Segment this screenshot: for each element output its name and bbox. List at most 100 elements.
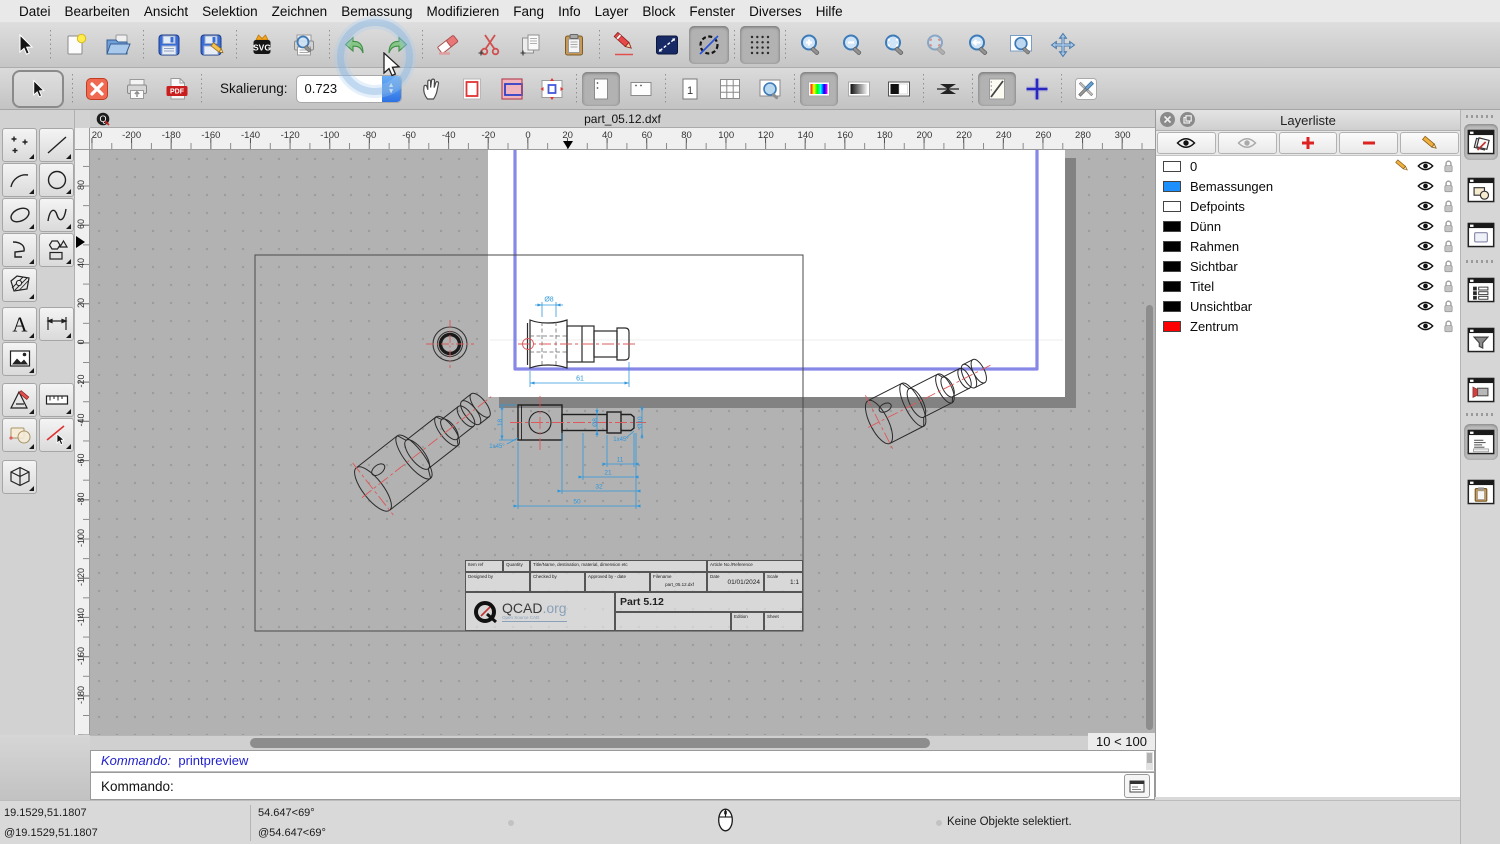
new-file-button[interactable]	[56, 26, 96, 64]
add-layer-button[interactable]	[1279, 132, 1338, 154]
layer-visibility-icon[interactable]	[1414, 220, 1437, 232]
hatch-tools-button[interactable]	[2, 268, 37, 302]
layer-lock-icon[interactable]	[1437, 259, 1460, 273]
menu-fang[interactable]: Fang	[506, 4, 551, 19]
vertical-scrollbar[interactable]	[1146, 150, 1154, 735]
multi-page-button[interactable]	[711, 72, 749, 106]
horizontal-scrollbar-thumb[interactable]	[250, 738, 930, 748]
layer-lock-icon[interactable]	[1437, 179, 1460, 193]
layer-visibility-icon[interactable]	[1414, 300, 1437, 312]
text-tools-button[interactable]: A	[2, 307, 37, 341]
menu-bemassung[interactable]: Bemassung	[334, 4, 419, 19]
layer-visibility-icon[interactable]	[1414, 180, 1437, 192]
menu-ansicht[interactable]: Ansicht	[137, 4, 195, 19]
layer-row-rahmen[interactable]: Rahmen	[1156, 236, 1460, 256]
drawing-preferences-button[interactable]	[605, 26, 645, 64]
save-button[interactable]	[149, 26, 189, 64]
image-tools-button[interactable]	[2, 342, 37, 376]
crop-marks-button[interactable]	[493, 72, 531, 106]
zoom-page-button[interactable]	[751, 72, 789, 106]
menu-modifizieren[interactable]: Modifizieren	[420, 4, 507, 19]
grayscale-button[interactable]	[840, 72, 878, 106]
pointer-select-button[interactable]	[12, 70, 64, 108]
settings-button[interactable]	[1067, 72, 1105, 106]
remove-layer-button[interactable]	[1339, 132, 1398, 154]
zoom-out-button[interactable]	[833, 26, 873, 64]
zoom-previous-button[interactable]	[959, 26, 999, 64]
panel-close-button[interactable]	[1160, 112, 1175, 127]
landscape-button[interactable]	[622, 72, 660, 106]
print-preview-button[interactable]	[284, 26, 324, 64]
auto-fit-button[interactable]	[533, 72, 571, 106]
layer-row-defpoints[interactable]: Defpoints	[1156, 196, 1460, 216]
menu-bearbeiten[interactable]: Bearbeiten	[58, 4, 137, 19]
layer-row-sichtbar[interactable]: Sichtbar	[1156, 256, 1460, 276]
view-list-panel-button[interactable]	[1464, 217, 1498, 253]
isometric-view-left[interactable]	[342, 371, 512, 524]
page-borders-button[interactable]	[453, 72, 491, 106]
menu-selektion[interactable]: Selektion	[195, 4, 265, 19]
clipboard-viewer-panel-button[interactable]	[1464, 474, 1498, 510]
measure-tools-button[interactable]	[39, 383, 74, 417]
modify-tools-button[interactable]	[2, 418, 37, 452]
layer-lock-icon[interactable]	[1437, 239, 1460, 253]
menu-diverses[interactable]: Diverses	[742, 4, 809, 19]
layer-lock-icon[interactable]	[1437, 159, 1460, 173]
pointer-tool-button[interactable]	[5, 26, 45, 64]
layer-lock-icon[interactable]	[1437, 319, 1460, 333]
dimension-tools-button[interactable]	[39, 307, 74, 341]
zoom-window-button[interactable]	[1001, 26, 1041, 64]
polyline-tools-button[interactable]	[2, 233, 37, 267]
layer-lock-icon[interactable]	[1437, 279, 1460, 293]
ellipse-tools-button[interactable]	[2, 198, 37, 232]
layer-row-zentrum[interactable]: Zentrum	[1156, 316, 1460, 336]
vertical-scrollbar-thumb[interactable]	[1146, 305, 1153, 730]
menu-hilfe[interactable]: Hilfe	[809, 4, 850, 19]
layer-edit-pencil-icon[interactable]	[1391, 159, 1414, 173]
menu-zeichnen[interactable]: Zeichnen	[265, 4, 335, 19]
toggle-terminal-button[interactable]	[1124, 774, 1150, 798]
point-tools-button[interactable]	[2, 128, 37, 162]
single-page-button[interactable]: 1	[671, 72, 709, 106]
property-editor-panel-button[interactable]	[1464, 272, 1498, 308]
solid-tools-button[interactable]	[2, 460, 37, 494]
portrait-button[interactable]	[582, 72, 620, 106]
zoom-auto-button[interactable]	[875, 26, 915, 64]
pdf-export-button[interactable]: PDF	[158, 72, 196, 106]
command-input[interactable]	[180, 774, 1118, 798]
drafting-tools-button[interactable]	[2, 383, 37, 417]
horizontal-scrollbar[interactable]: 10 < 100	[90, 735, 1155, 750]
spline-tools-button[interactable]	[39, 198, 74, 232]
layer-visibility-icon[interactable]	[1414, 260, 1437, 272]
paper-preview-button[interactable]	[978, 72, 1016, 106]
document-tab[interactable]: Q part_05.12.dxf	[90, 110, 1155, 128]
edit-layer-button[interactable]	[1400, 132, 1459, 154]
show-all-layers-button[interactable]	[1157, 132, 1216, 154]
pan-button[interactable]	[1043, 26, 1083, 64]
save-as-button[interactable]	[191, 26, 231, 64]
layer-row-bemassungen[interactable]: Bemassungen	[1156, 176, 1460, 196]
close-print-preview-button[interactable]	[78, 72, 116, 106]
paste-button[interactable]	[554, 26, 594, 64]
grid-toggle-button[interactable]	[740, 26, 780, 64]
detail-view[interactable]: 18 Ø8 Ø10 1x45° 1x45° 11 21 32 50	[489, 396, 646, 509]
measure-distance-button[interactable]	[647, 26, 687, 64]
selection-filter-panel-button[interactable]	[1464, 322, 1498, 358]
layer-row-titel[interactable]: Titel	[1156, 276, 1460, 296]
shape-tools-button[interactable]	[39, 233, 74, 267]
panel-float-button[interactable]	[1180, 112, 1195, 127]
copy-button[interactable]	[512, 26, 552, 64]
history-scrollbar[interactable]	[1146, 752, 1153, 770]
cut-button[interactable]	[470, 26, 510, 64]
line-tools-button[interactable]	[39, 128, 74, 162]
title-block[interactable]: Item ref Quantity Title/Name, destinatio…	[465, 560, 803, 631]
layer-row-dünn[interactable]: Dünn	[1156, 216, 1460, 236]
full-color-button[interactable]	[800, 72, 838, 106]
block-list-panel-button[interactable]	[1464, 172, 1498, 208]
layer-visibility-icon[interactable]	[1414, 240, 1437, 252]
pan-hand-button[interactable]	[413, 72, 451, 106]
zoom-in-button[interactable]	[791, 26, 831, 64]
library-browser-panel-button[interactable]	[1464, 372, 1498, 408]
menu-datei[interactable]: Datei	[12, 4, 58, 19]
eraser-button[interactable]	[428, 26, 468, 64]
